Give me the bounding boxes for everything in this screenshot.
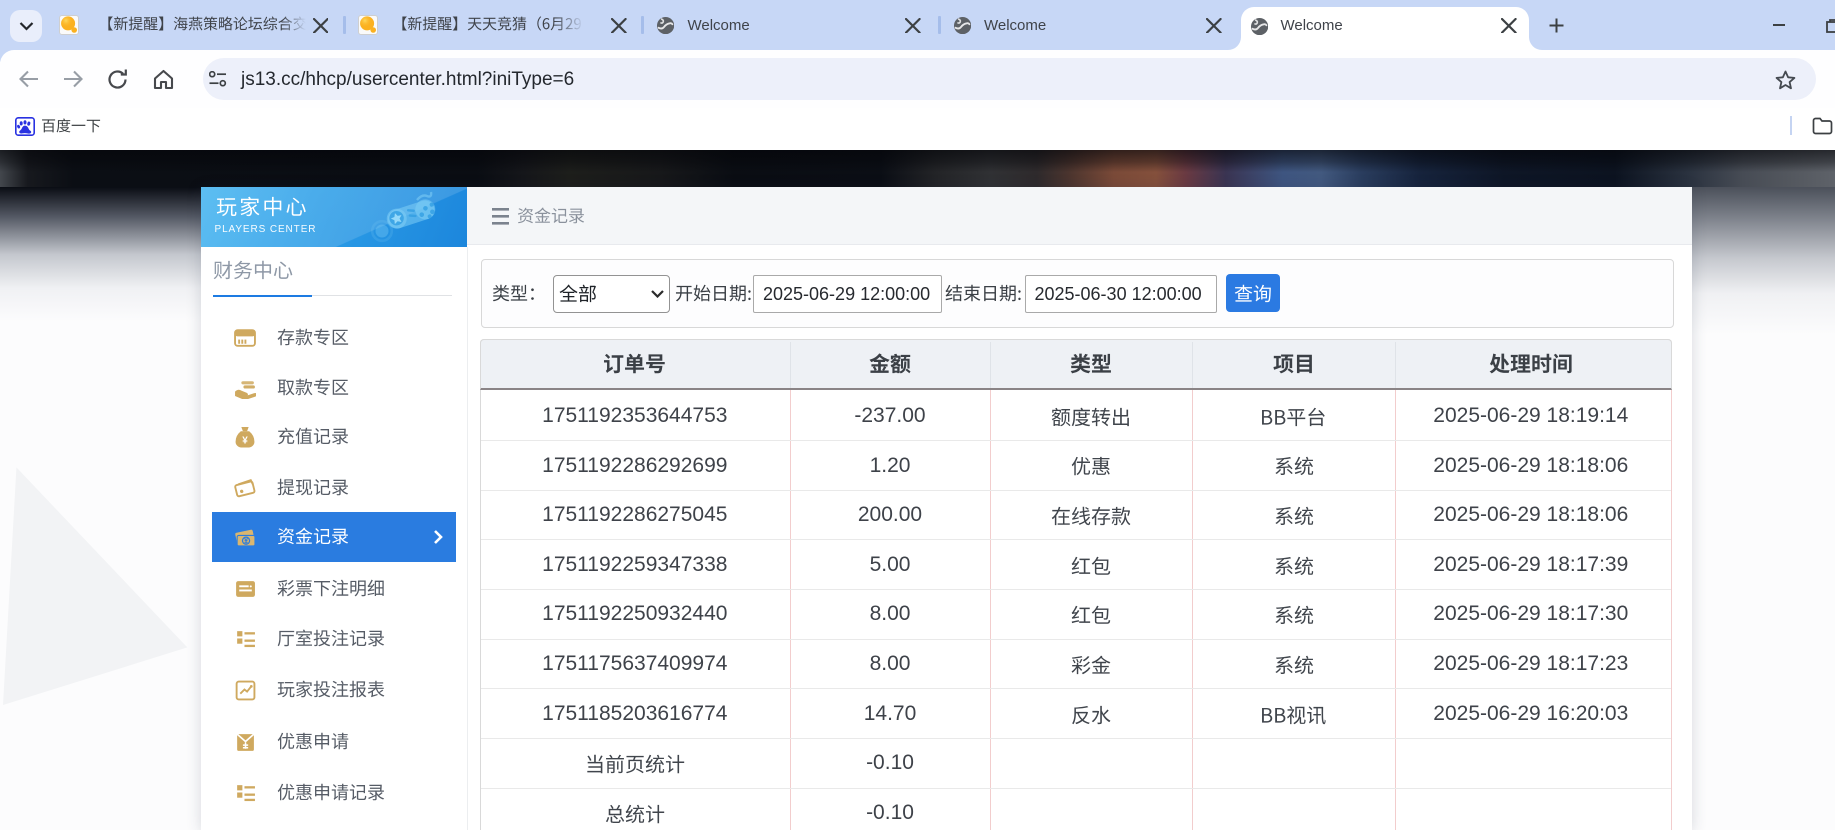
- svg-text:¥: ¥: [242, 436, 248, 447]
- svg-text:¥: ¥: [244, 537, 249, 546]
